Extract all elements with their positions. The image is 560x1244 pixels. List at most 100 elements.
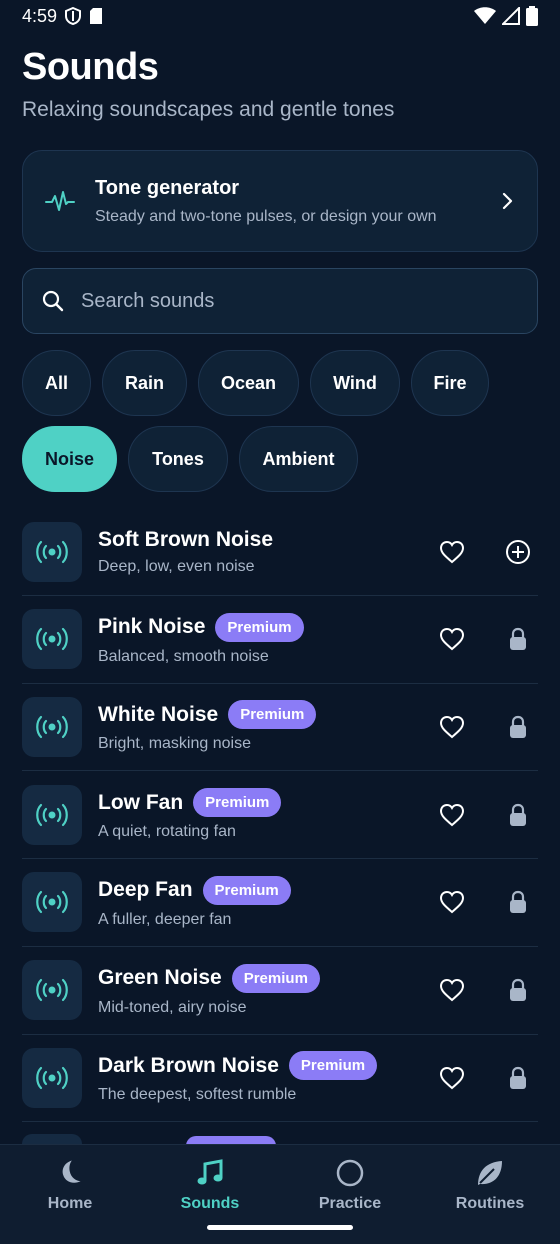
search-input[interactable] xyxy=(81,289,519,313)
circle-icon xyxy=(336,1159,364,1187)
filter-chip-label: All xyxy=(44,372,68,393)
nav-item-practice[interactable]: Practice xyxy=(280,1145,420,1225)
sound-name: White Noise xyxy=(98,702,219,726)
add-circle-icon xyxy=(506,539,530,564)
locked-button[interactable] xyxy=(498,882,538,922)
home-indicator xyxy=(207,1225,353,1230)
broadcast-icon xyxy=(36,891,68,914)
broadcast-icon xyxy=(36,803,68,826)
premium-badge: Premium xyxy=(215,612,304,642)
sound-description: Mid-toned, airy noise xyxy=(98,998,247,1016)
music-note-icon xyxy=(197,1159,223,1185)
favorite-button[interactable] xyxy=(432,707,472,747)
nav-label: Routines xyxy=(455,1195,525,1212)
broadcast-icon xyxy=(36,540,68,563)
filter-chip-fire[interactable]: Fire xyxy=(411,350,489,416)
filter-chip-ocean[interactable]: Ocean xyxy=(198,350,299,416)
sound-list-item[interactable]: Low Fan Premium A quiet, rotating fan xyxy=(22,771,538,860)
heart-icon xyxy=(439,628,465,651)
sound-name: Pink Noise xyxy=(98,615,206,639)
premium-badge: Premium xyxy=(202,875,291,905)
nav-item-sounds[interactable]: Sounds xyxy=(140,1145,280,1225)
sound-description: Balanced, smooth noise xyxy=(98,647,269,665)
tone-generator-card[interactable]: Tone generator Steady and two-tone pulse… xyxy=(22,150,538,252)
battery-icon xyxy=(526,6,538,26)
nav-label: Home xyxy=(47,1195,93,1212)
favorite-button[interactable] xyxy=(432,882,472,922)
sound-list-item[interactable]: Deep Fan Premium A fuller, deeper fan xyxy=(22,859,538,947)
cell-signal-icon xyxy=(502,7,520,25)
broadcast-icon xyxy=(36,978,68,1002)
sound-description: Deep, low, even noise xyxy=(98,557,255,575)
search-icon xyxy=(42,290,64,312)
add-button[interactable] xyxy=(498,532,538,572)
sound-description: A quiet, rotating fan xyxy=(98,823,236,841)
sound-thumbnail xyxy=(22,872,82,933)
sound-description: Bright, masking noise xyxy=(98,735,251,753)
shield-status-icon xyxy=(65,7,82,25)
broadcast-icon xyxy=(36,715,68,738)
favorite-button[interactable] xyxy=(432,795,472,835)
lock-icon xyxy=(510,715,526,738)
favorite-button[interactable] xyxy=(432,1058,472,1098)
locked-button[interactable] xyxy=(498,1058,538,1098)
filter-chip-wind[interactable]: Wind xyxy=(310,350,400,416)
chevron-right-icon xyxy=(502,192,513,210)
heart-icon xyxy=(439,978,465,1002)
sound-name: Soft Brown Noise xyxy=(98,527,274,551)
status-time: 4:59 xyxy=(22,5,58,26)
sound-name: Green Noise xyxy=(98,966,222,989)
waveform-icon xyxy=(45,191,75,211)
filter-chip-noise[interactable]: Noise xyxy=(22,426,117,492)
nav-label: Sounds xyxy=(180,1195,240,1212)
filter-chip-ambient[interactable]: Ambient xyxy=(239,426,358,492)
filter-chip-all[interactable]: All xyxy=(22,350,91,416)
filter-chip-label: Fire xyxy=(433,372,467,393)
nav-item-routines[interactable]: Routines xyxy=(420,1145,560,1225)
page-subtitle: Relaxing soundscapes and gentle tones xyxy=(22,98,395,121)
premium-badge: Premium xyxy=(193,788,282,818)
lock-icon xyxy=(510,628,526,651)
sound-description: A fuller, deeper fan xyxy=(98,910,232,928)
sound-name: Dark Brown Noise xyxy=(98,1053,279,1077)
sound-name: Low Fan xyxy=(98,790,184,814)
favorite-button[interactable] xyxy=(432,619,472,659)
favorite-button[interactable] xyxy=(432,970,472,1010)
tone-generator-description: Steady and two-tone pulses, or design yo… xyxy=(95,207,437,225)
favorite-button[interactable] xyxy=(432,532,472,572)
sound-thumbnail xyxy=(22,960,82,1020)
moon-icon xyxy=(62,1160,81,1183)
heart-icon xyxy=(439,715,465,739)
lock-icon xyxy=(510,978,526,1001)
locked-button[interactable] xyxy=(498,970,538,1010)
leaf-icon xyxy=(478,1161,502,1185)
sound-list-item[interactable]: White Noise Premium Bright, masking noise xyxy=(22,683,538,772)
sound-list-item[interactable]: Green Noise Premium Mid-toned, airy noise xyxy=(22,947,538,1035)
locked-button[interactable] xyxy=(498,707,538,747)
sound-thumbnail xyxy=(22,696,82,757)
partial-list-item xyxy=(22,1134,538,1144)
filter-chip-rain[interactable]: Rain xyxy=(102,350,187,416)
heart-icon xyxy=(439,891,465,914)
sound-list-item[interactable]: Soft Brown Noise Deep, low, even noise xyxy=(22,508,538,596)
sound-list-item[interactable]: Pink Noise Premium Balanced, smooth noise xyxy=(22,596,538,684)
locked-button[interactable] xyxy=(498,795,538,835)
sound-name: Deep Fan xyxy=(98,878,193,902)
sound-description: The deepest, softest rumble xyxy=(98,1086,297,1104)
sd-card-icon xyxy=(90,8,103,24)
sound-thumbnail xyxy=(22,1047,82,1108)
lock-icon xyxy=(510,1066,526,1089)
locked-button[interactable] xyxy=(498,619,538,659)
sound-list-item[interactable]: Dark Brown Noise Premium The deepest, soft… xyxy=(22,1034,538,1123)
broadcast-icon xyxy=(36,628,68,651)
search-bar[interactable] xyxy=(22,268,538,334)
sound-thumbnail xyxy=(22,609,82,670)
nav-label: Practice xyxy=(318,1195,382,1212)
filter-chip-label: Ambient xyxy=(262,448,335,469)
heart-icon xyxy=(439,803,465,826)
nav-item-home[interactable]: Home xyxy=(0,1145,140,1225)
lock-icon xyxy=(510,891,526,914)
filter-chip-label: Tones xyxy=(152,448,204,469)
filter-chip-tones[interactable]: Tones xyxy=(128,426,228,492)
heart-icon xyxy=(439,1066,465,1090)
